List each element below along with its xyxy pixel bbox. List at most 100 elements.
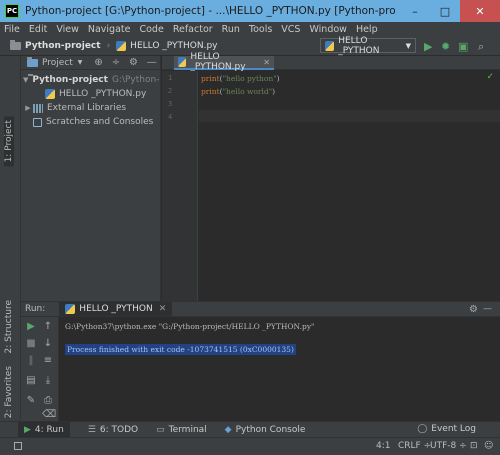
code-editor[interactable]: print("hello python") print("hello world… — [199, 71, 500, 301]
tool-run[interactable]: ▶ 4: Run — [18, 422, 70, 437]
menu-window[interactable]: Window — [309, 24, 346, 35]
code-keyword: print — [201, 87, 220, 96]
tab-structure[interactable]: 2: Structure — [4, 300, 14, 354]
gear-icon[interactable]: ⚙ — [469, 304, 478, 315]
close-button[interactable]: ✕ — [460, 0, 500, 22]
chevron-right-icon[interactable]: ▶ — [23, 104, 33, 112]
collapse-icon[interactable]: ÷ — [112, 57, 120, 68]
run-icon[interactable]: ▶ — [424, 40, 432, 53]
rerun-icon[interactable]: ▶ — [25, 321, 37, 333]
down-arrow-icon[interactable]: ↓ — [42, 338, 54, 350]
menu-file[interactable]: File — [4, 24, 20, 35]
run-tab[interactable]: HELLO _PYTHON ✕ — [59, 302, 173, 316]
run-coverage-icon[interactable]: ▣ — [458, 40, 468, 53]
menu-refactor[interactable]: Refactor — [173, 24, 213, 35]
folder-icon — [27, 56, 38, 67]
caret-line-highlight — [199, 110, 500, 122]
tool-terminal[interactable]: ▭ Terminal — [156, 425, 207, 435]
console-command: G:\Python37\python.exe "G:/Python-projec… — [65, 322, 315, 331]
minimize-button[interactable]: – — [400, 0, 430, 22]
tool-python-console[interactable]: ◆ Python Console — [225, 425, 306, 435]
close-tab-icon[interactable]: ✕ — [263, 58, 270, 67]
run-panel-header: Run: HELLO _PYTHON ✕ ⚙ — — [21, 301, 500, 317]
breadcrumb-project[interactable]: Python-project — [25, 41, 101, 51]
tool-todo[interactable]: ☰ 6: TODO — [88, 425, 138, 435]
debug-icon[interactable]: ✹ — [441, 40, 450, 53]
tool-run-label: 4: Run — [34, 424, 64, 435]
tree-root-path: G:\Python-pro — [111, 75, 160, 85]
inspection-ok-icon[interactable]: ✓ — [486, 72, 494, 82]
search-icon[interactable]: ⌕ — [478, 40, 484, 54]
line-number: 1 — [168, 74, 173, 82]
python-file-icon — [116, 40, 127, 51]
library-icon — [33, 103, 43, 113]
bottom-tool-bar: ▶ 4: Run ☰ 6: TODO ▭ Terminal ◆ Python C… — [0, 421, 500, 437]
tree-row-scratches[interactable]: Scratches and Consoles — [21, 115, 160, 129]
scroll-to-end-icon[interactable]: ⤓ — [42, 375, 54, 387]
tree-file-name: HELLO _PYTHON.py — [59, 89, 147, 99]
menu-tools[interactable]: Tools — [249, 24, 272, 35]
menu-vcs[interactable]: VCS — [281, 24, 300, 35]
project-tree: ▼ Python-project G:\Python-pro HELLO _PY… — [21, 70, 160, 129]
menu-navigate[interactable]: Navigate — [88, 24, 131, 35]
close-tab-icon[interactable]: ✕ — [159, 304, 167, 314]
tree-scratches: Scratches and Consoles — [46, 117, 154, 127]
pin-icon[interactable]: ✎ — [25, 395, 37, 407]
run-tab-label: HELLO _PYTHON — [79, 304, 153, 314]
menu-code[interactable]: Code — [139, 24, 163, 35]
print-icon[interactable]: ⎙ — [42, 395, 54, 407]
lock-icon[interactable]: ⊡ — [470, 441, 478, 451]
hide-icon[interactable]: — — [147, 57, 157, 68]
code-line-1[interactable]: print("hello python") — [201, 74, 280, 83]
left-tool-strip: 1: Project 2: Structure 2: Favorites — [0, 56, 21, 421]
editor-tab-label: HELLO _PYTHON.py — [190, 52, 246, 72]
breadcrumb-file[interactable]: HELLO _PYTHON.py — [130, 41, 217, 51]
code-string: "hello python" — [222, 74, 277, 83]
editor-tab[interactable]: HELLO _PYTHON.py ✕ — [174, 52, 274, 72]
tree-row-file[interactable]: HELLO _PYTHON.py — [21, 87, 160, 101]
caret-position[interactable]: 4:1 — [376, 441, 390, 451]
menu-run[interactable]: Run — [222, 24, 240, 35]
file-encoding[interactable]: UTF-8 ÷ — [430, 441, 467, 451]
title-bar: PC Python-project [G:\Python-project] - … — [0, 0, 500, 22]
stop-icon[interactable]: ■ — [25, 338, 37, 350]
menu-bar: File Edit View Navigate Code Refactor Ru… — [0, 22, 500, 36]
editor-tab-bar: HELLO _PYTHON.py ✕ — [162, 52, 500, 72]
python-file-icon — [65, 304, 76, 314]
pycharm-icon: PC — [5, 4, 19, 18]
run-console[interactable]: G:\Python37\python.exe "G:/Python-projec… — [60, 317, 500, 421]
menu-view[interactable]: View — [56, 24, 79, 35]
restore-layout-icon[interactable]: ▤ — [25, 375, 37, 387]
pause-icon[interactable]: ‖ — [25, 355, 37, 367]
tool-event-log[interactable]: ◯ Event Log — [417, 424, 476, 434]
gear-icon[interactable]: ⚙ — [129, 57, 138, 68]
chevron-down-icon[interactable]: ▼ — [23, 76, 28, 84]
line-number: 3 — [168, 100, 173, 108]
python-file-icon — [325, 40, 335, 51]
hide-icon[interactable]: — — [483, 304, 492, 314]
tool-windows-toggle-icon[interactable] — [14, 442, 22, 450]
scratches-icon — [33, 117, 42, 127]
menu-edit[interactable]: Edit — [29, 24, 47, 35]
locate-icon[interactable]: ⊕ — [94, 57, 102, 68]
tab-project[interactable]: 1: Project — [4, 116, 14, 167]
up-arrow-icon[interactable]: ↑ — [42, 321, 54, 333]
menu-help[interactable]: Help — [356, 24, 378, 35]
soft-wrap-icon[interactable]: ≡ — [42, 355, 54, 367]
line-number: 2 — [168, 87, 173, 95]
python-file-icon — [45, 89, 55, 99]
terminal-icon: ▭ — [156, 424, 165, 435]
clear-icon[interactable]: ⌫ — [42, 409, 56, 421]
tree-row-root[interactable]: ▼ Python-project G:\Python-pro — [21, 73, 160, 87]
project-view-label[interactable]: Project — [42, 58, 73, 68]
code-paren: ) — [272, 87, 276, 96]
code-line-2[interactable]: print("hello world") — [201, 87, 275, 96]
tree-root-name: Python-project — [32, 75, 108, 85]
run-config-dropdown[interactable]: HELLO _PYTHON ▼ — [320, 36, 416, 56]
line-separator[interactable]: CRLF ÷ — [398, 441, 431, 451]
tool-python-console-label: Python Console — [235, 424, 306, 435]
tree-row-external-libraries[interactable]: ▶ External Libraries — [21, 101, 160, 115]
tab-favorites[interactable]: 2: Favorites — [4, 366, 14, 418]
maximize-button[interactable]: □ — [430, 0, 460, 22]
inspector-icon[interactable]: ☺ — [484, 441, 493, 451]
